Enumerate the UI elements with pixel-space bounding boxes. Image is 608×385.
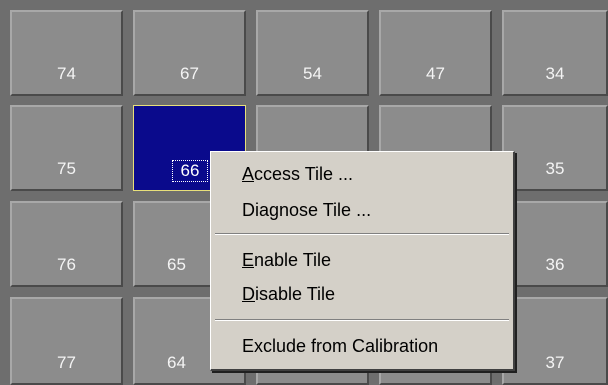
menu-item-access-tile[interactable]: Access Tile ... [242, 161, 353, 187]
disable-tile-hotkey: D [242, 284, 255, 304]
tile-label: 76 [57, 255, 76, 274]
enable-tile-label: nable Tile [254, 250, 332, 270]
exclude-from-calibration-label: Exclude from Calibration [242, 336, 439, 356]
access-tile-label: ccess Tile ... [254, 164, 354, 184]
menu-separator [215, 233, 509, 235]
tile-label: 74 [57, 64, 76, 83]
tile-label: 75 [57, 159, 76, 178]
tile-74[interactable]: 74 [10, 10, 123, 96]
tile-label: 35 [545, 159, 565, 178]
tile-47[interactable]: 47 [379, 10, 492, 96]
tile-34[interactable]: 34 [502, 10, 608, 96]
tile-label: 36 [545, 255, 565, 274]
diagnose-tile-label: Diagnose Tile ... [242, 200, 372, 220]
tile-label: 47 [426, 64, 445, 83]
access-tile-hotkey: A [242, 164, 255, 184]
enable-tile-hotkey: E [242, 250, 255, 270]
tile-54[interactable]: 54 [256, 10, 369, 96]
tile-label: 37 [545, 353, 565, 372]
menu-item-diagnose-tile[interactable]: Diagnose Tile ... [242, 197, 371, 223]
tile-36[interactable]: 36 [502, 201, 608, 287]
disable-tile-label: isable Tile [255, 284, 336, 304]
menu-item-disable-tile[interactable]: Disable Tile [242, 281, 335, 307]
tile-label: 34 [545, 64, 565, 83]
tile-35[interactable]: 35 [502, 105, 608, 191]
tile-label: 77 [57, 353, 76, 372]
tile-context-menu: Access Tile ... Diagnose Tile ... Enable… [210, 151, 515, 371]
tile-67[interactable]: 67 [133, 10, 246, 96]
menu-separator [215, 319, 509, 321]
menu-item-enable-tile[interactable]: Enable Tile [242, 247, 331, 273]
tile-label-focused: 66 [172, 160, 208, 182]
tile-75[interactable]: 75 [10, 105, 123, 191]
tile-label: 54 [303, 64, 322, 83]
menu-item-exclude-from-calibration[interactable]: Exclude from Calibration [242, 333, 438, 359]
tile-grid: 74 67 54 47 34 75 66 35 76 65 36 77 64 3… [0, 0, 608, 385]
tile-label: 67 [180, 64, 199, 83]
tile-76[interactable]: 76 [10, 201, 123, 287]
tile-77[interactable]: 77 [10, 297, 123, 385]
tile-37[interactable]: 37 [502, 297, 608, 385]
